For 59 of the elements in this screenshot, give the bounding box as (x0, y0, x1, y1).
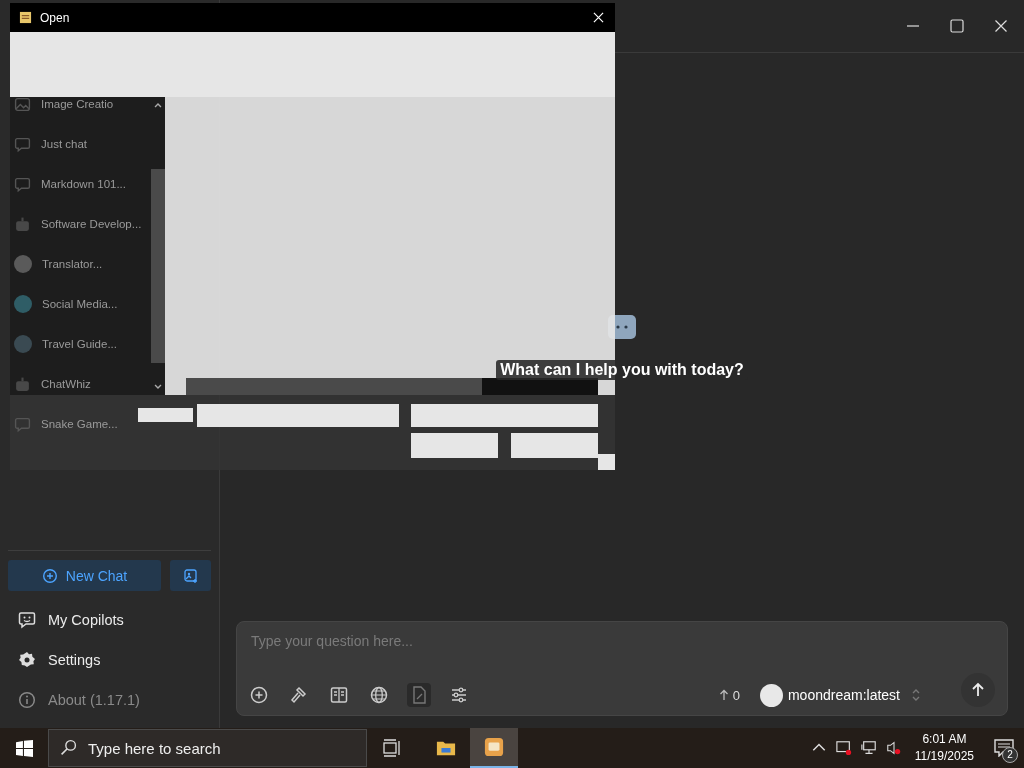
chat-bubble-icon (14, 135, 31, 153)
globe-icon[interactable] (369, 685, 389, 705)
file-name-field[interactable] (197, 404, 399, 427)
task-view-icon[interactable] (382, 738, 402, 758)
model-selector[interactable]: moondream:latest (759, 683, 921, 707)
arrow-up-icon (718, 689, 729, 701)
robot-icon (14, 215, 31, 233)
session-item[interactable]: ChatWhiz (0, 364, 146, 404)
scroll-down-icon[interactable] (152, 383, 163, 391)
send-button[interactable] (961, 673, 995, 707)
image-add-button[interactable] (170, 560, 211, 591)
settings-icon (18, 651, 36, 669)
model-avatar-icon (759, 683, 783, 707)
security-alert-icon[interactable] (835, 740, 852, 756)
sliders-icon[interactable] (449, 685, 469, 705)
image-add-icon (182, 567, 199, 584)
session-item[interactable]: Software Develop... (0, 204, 146, 244)
arrow-up-icon (970, 682, 986, 698)
horizontal-scrollbar[interactable] (186, 378, 598, 395)
session-item[interactable]: Snake Game... (0, 404, 146, 444)
menu-item[interactable]: About (1.17.1) (8, 680, 211, 720)
hammer-icon[interactable] (289, 685, 309, 705)
chat-bubble-icon (14, 175, 31, 193)
maximize-icon[interactable] (950, 19, 964, 33)
menu-item[interactable]: Settings (8, 640, 211, 680)
session-item[interactable]: Just chat (0, 124, 146, 164)
scroll-up-icon[interactable] (152, 101, 163, 109)
notification-icon[interactable] (994, 739, 1014, 757)
session-item[interactable]: Markdown 101... (0, 164, 146, 204)
speaker-muted-icon[interactable] (885, 740, 902, 756)
document-icon[interactable] (407, 683, 431, 707)
notification-count: 2 (1002, 747, 1018, 763)
clock[interactable]: 6:01 AM 11/19/2025 (914, 731, 974, 765)
chatbox-taskbar-button[interactable] (470, 728, 518, 768)
session-item[interactable]: Travel Guide... (0, 324, 146, 364)
chat-bubble-icon (14, 415, 31, 433)
robot-icon (14, 375, 31, 393)
folder-note-icon (19, 11, 32, 24)
network-icon[interactable] (860, 740, 877, 756)
session-item[interactable]: Social Media... (0, 284, 146, 324)
new-chat-button[interactable]: New Chat (8, 560, 161, 591)
message-input-field[interactable]: Type your question here... 0 moondream:latest (236, 621, 1008, 716)
book-icon[interactable] (329, 685, 349, 705)
dialog-title: Open (40, 10, 71, 25)
smiley-chat-icon (18, 611, 36, 629)
windows-start-icon[interactable] (16, 739, 33, 757)
add-circle-icon[interactable] (249, 685, 269, 705)
app-icon (484, 737, 504, 757)
info-icon (18, 691, 36, 709)
close-icon[interactable] (994, 19, 1008, 33)
token-count: 0 (732, 687, 740, 703)
taskbar-search-field[interactable]: Type here to search (48, 729, 367, 767)
add-circle-icon (41, 567, 58, 584)
menu-item[interactable]: My Copilots (8, 600, 211, 640)
resize-grip-icon[interactable] (598, 454, 615, 470)
image-icon (14, 95, 31, 113)
session-item[interactable]: Image Creatio (0, 84, 146, 124)
up-down-chevron-icon (911, 687, 921, 703)
session-item[interactable]: Translator... (0, 244, 146, 284)
